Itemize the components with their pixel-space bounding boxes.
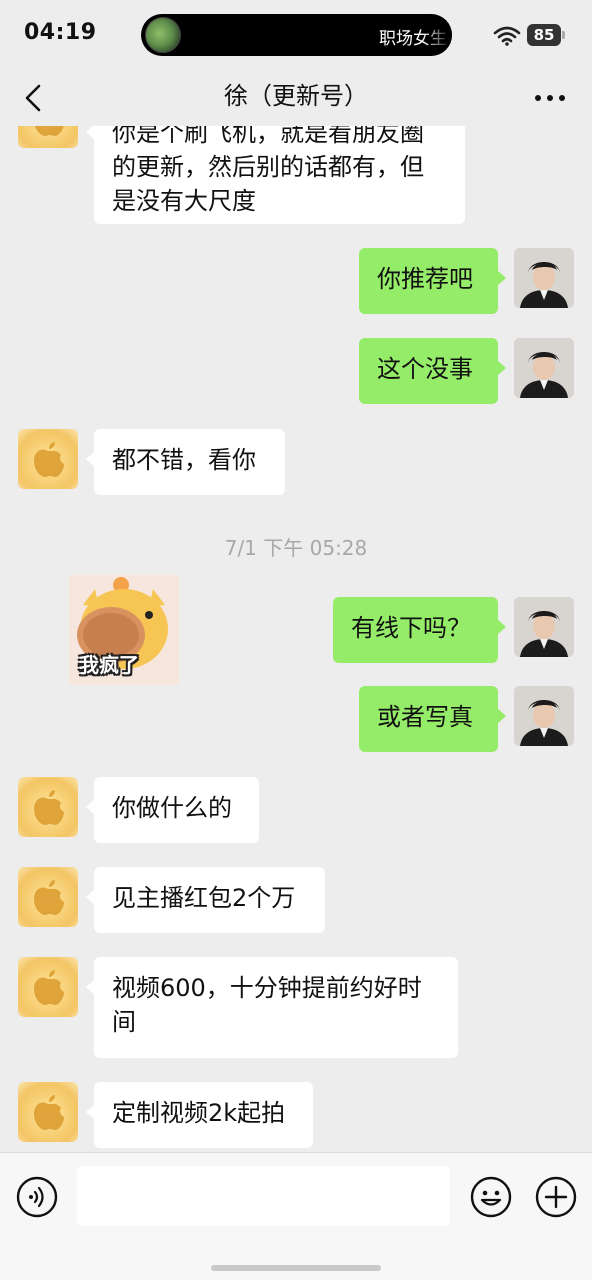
contact-avatar[interactable] [18, 867, 78, 927]
island-fade [422, 14, 452, 56]
message-bubble-outgoing[interactable]: 你推荐吧 [359, 248, 506, 314]
message-bubble-outgoing[interactable]: 或者写真 [359, 686, 506, 752]
wifi-icon [493, 26, 521, 46]
battery-tip [562, 31, 565, 39]
apple-logo-icon [34, 880, 64, 915]
message-bubble-outgoing[interactable]: 这个没事 [359, 338, 506, 404]
status-time: 04:19 [24, 20, 97, 45]
message-bubble-outgoing[interactable]: 有线下吗？ [333, 597, 506, 663]
message-bubble-incoming[interactable]: 定制视频2k起拍 [86, 1082, 313, 1148]
emoji-icon[interactable] [470, 1176, 512, 1218]
island-avatar [145, 17, 181, 53]
user-portrait-icon [514, 248, 574, 308]
contact-avatar[interactable] [18, 957, 78, 1017]
message-text: 或者写真 [377, 703, 473, 731]
apple-logo-icon [34, 790, 64, 825]
message-text: 定制视频2k起拍 [112, 1099, 286, 1127]
sticker-caption: 我疯了 [79, 653, 139, 677]
message-text: 你做什么的 [112, 794, 232, 822]
apple-logo-icon [34, 1095, 64, 1130]
more-dots-icon[interactable] [534, 88, 566, 108]
message-list[interactable]: 你是个刷飞机，就是看朋友圈的更新，然后别的话都有，但是没有大尺度 你推荐吧 这个… [0, 126, 592, 1152]
message-text: 都不错，看你 [112, 446, 256, 474]
user-portrait-icon [514, 597, 574, 657]
message-text: 见主播红包2个万 [112, 884, 296, 912]
my-avatar[interactable] [514, 597, 574, 657]
apple-logo-icon [34, 126, 64, 136]
user-portrait-icon [514, 686, 574, 746]
message-input[interactable] [77, 1166, 450, 1226]
input-bar [0, 1152, 592, 1280]
message-text: 你是个刷飞机，就是看朋友圈的更新，然后别的话都有，但是没有大尺度 [112, 126, 424, 215]
chat-title[interactable]: 徐（更新号） [0, 76, 592, 111]
message-bubble-incoming[interactable]: 都不错，看你 [86, 429, 285, 495]
message-bubble-incoming[interactable]: 你做什么的 [86, 777, 259, 843]
contact-avatar[interactable] [18, 1082, 78, 1142]
contact-avatar[interactable] [18, 777, 78, 837]
apple-logo-icon [34, 970, 64, 1005]
user-portrait-icon [514, 338, 574, 398]
message-text: 视频600，十分钟提前约好时间 [112, 974, 422, 1036]
message-timestamp: 7/1 下午 05:28 [224, 536, 368, 560]
voice-icon[interactable] [16, 1176, 58, 1218]
message-bubble-incoming[interactable]: 见主播红包2个万 [86, 867, 325, 933]
my-avatar[interactable] [514, 248, 574, 308]
chat-screen: 04:19 职场女生 85 徐（更新号） 你是个刷飞机，就是看朋友圈的更新，然后… [0, 0, 592, 1280]
home-indicator[interactable] [211, 1265, 381, 1271]
message-text: 你推荐吧 [377, 265, 473, 293]
chat-header: 徐（更新号） [0, 70, 592, 126]
contact-avatar[interactable] [18, 126, 78, 148]
apple-logo-icon [34, 442, 64, 477]
message-text: 有线下吗？ [351, 614, 471, 642]
sticker-message[interactable]: 我疯了 [69, 575, 179, 685]
message-bubble-incoming[interactable]: 你是个刷飞机，就是看朋友圈的更新，然后别的话都有，但是没有大尺度 [86, 126, 465, 224]
battery-indicator: 85 [527, 24, 561, 46]
status-bar: 04:19 职场女生 85 [0, 0, 592, 70]
my-avatar[interactable] [514, 338, 574, 398]
contact-avatar[interactable] [18, 429, 78, 489]
plus-icon[interactable] [535, 1176, 577, 1218]
dynamic-island[interactable]: 职场女生 [141, 14, 452, 56]
my-avatar[interactable] [514, 686, 574, 746]
message-bubble-incoming[interactable]: 视频600，十分钟提前约好时间 [86, 957, 458, 1058]
message-text: 这个没事 [377, 355, 473, 383]
